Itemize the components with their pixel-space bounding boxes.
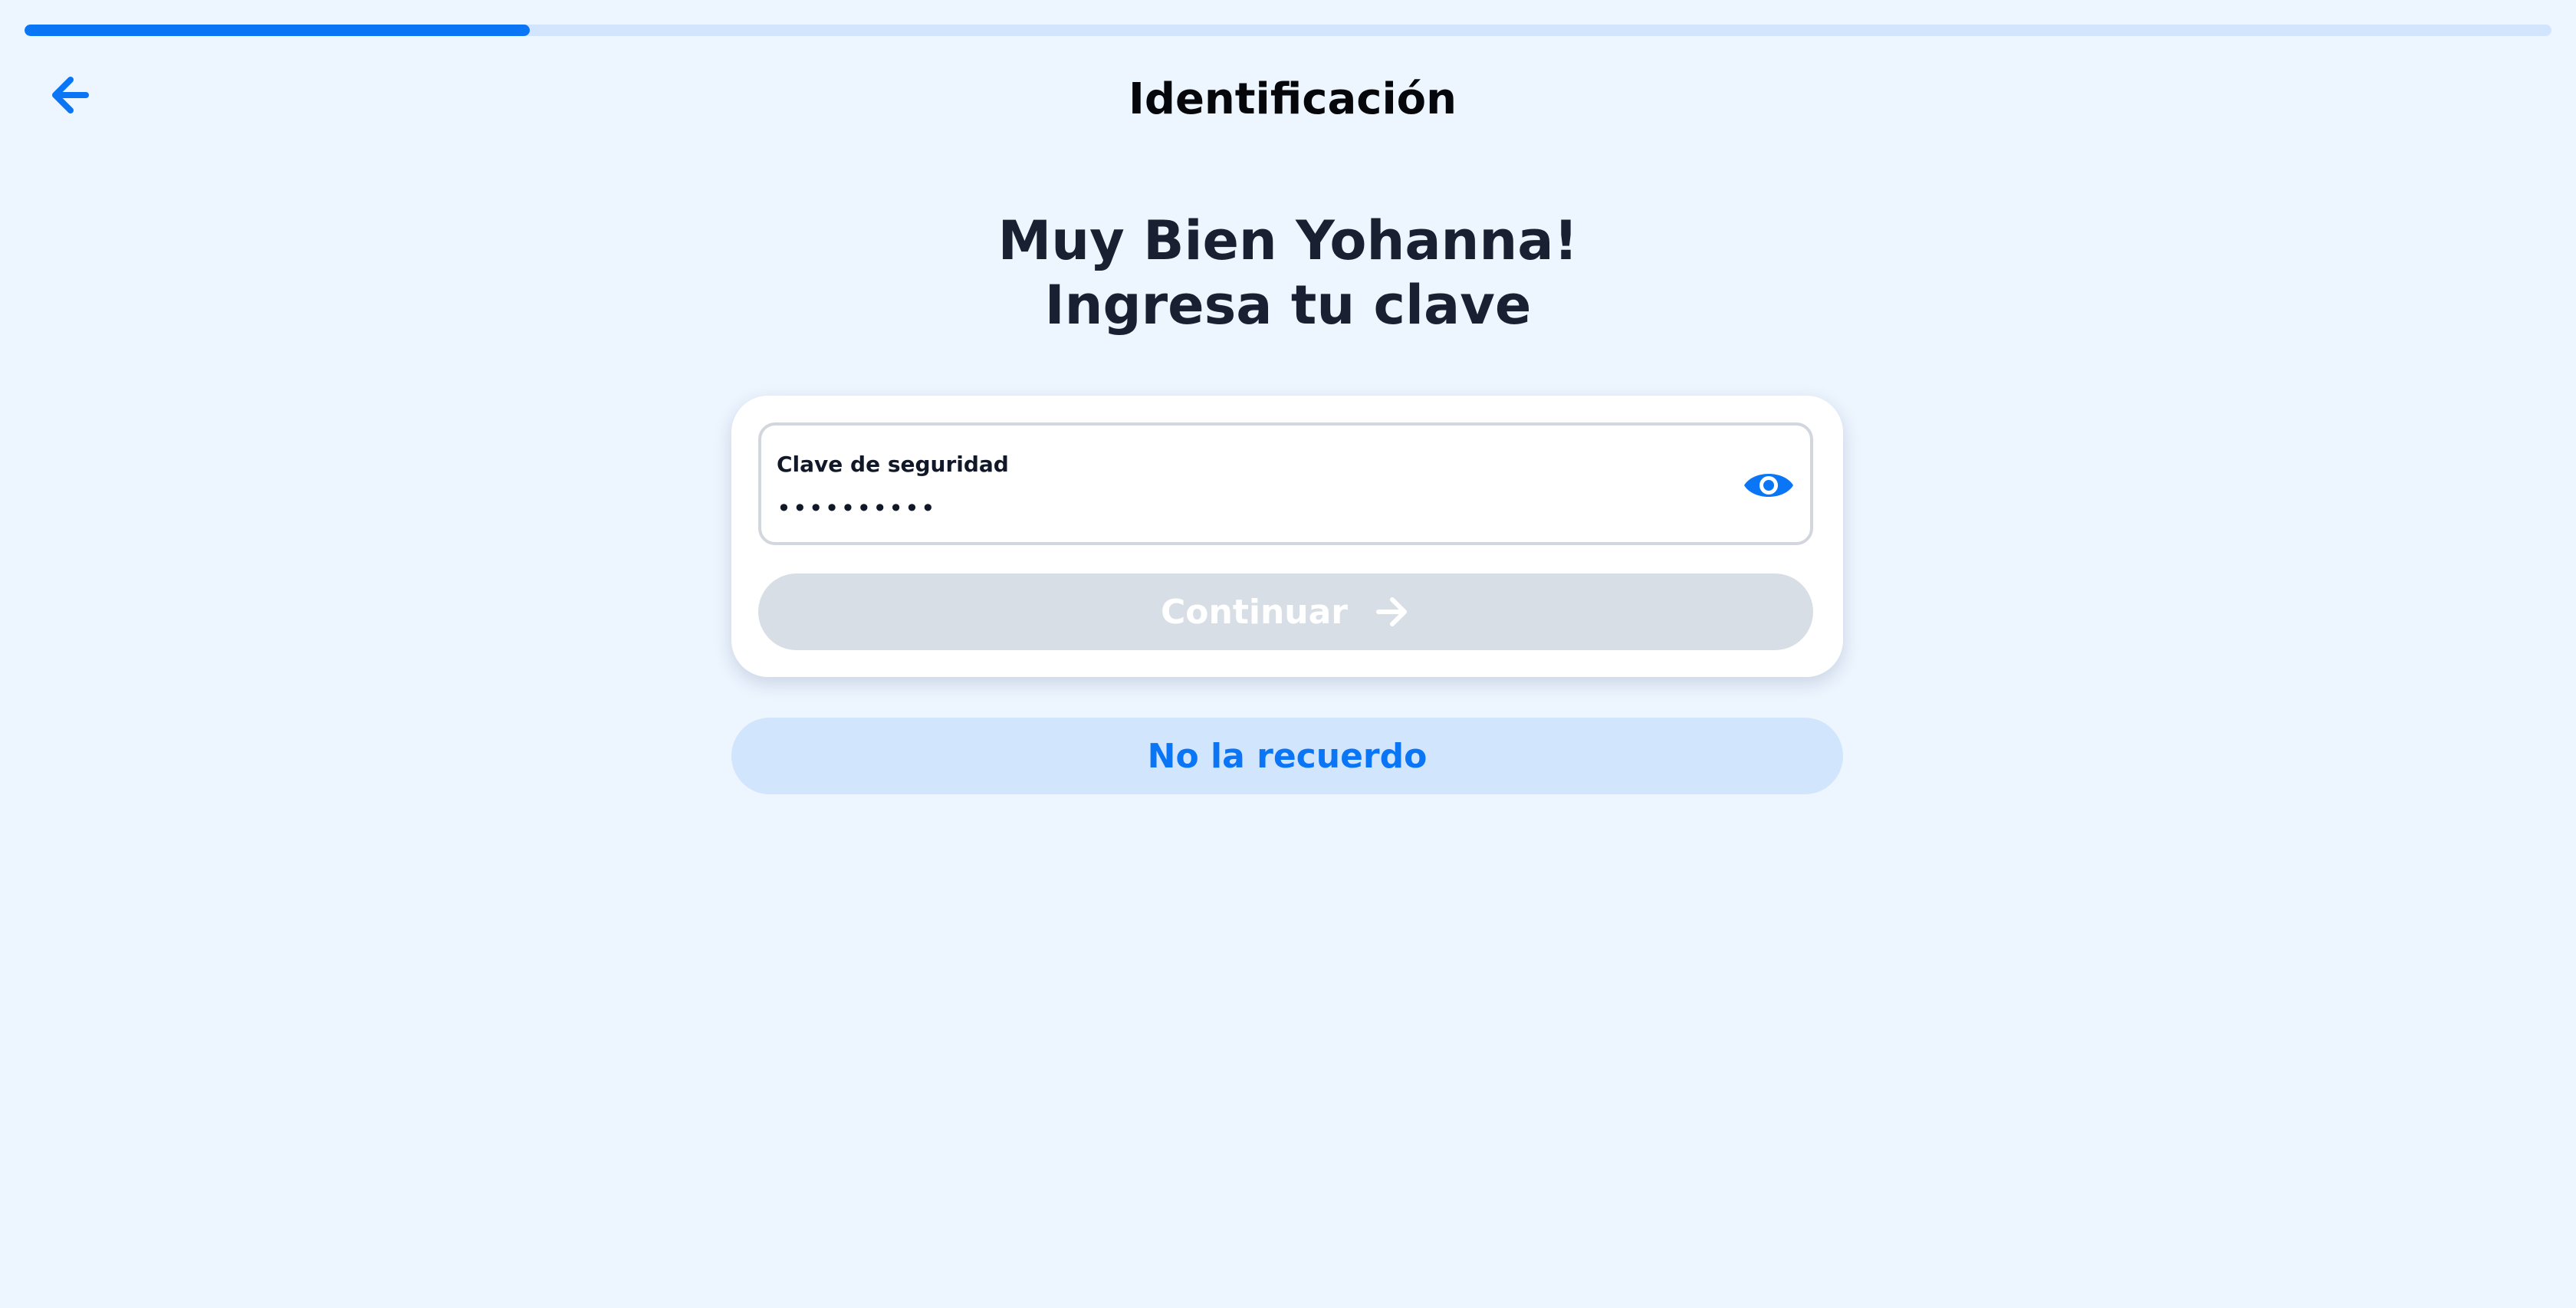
arrow-right-icon [1376,597,1407,626]
password-field-label: Clave de seguridad [777,452,1009,477]
progress-bar [25,25,2551,36]
toggle-password-visibility-button[interactable] [1740,461,1798,510]
progress-bar-fill [25,25,531,36]
greeting-line: Muy Bien Yohanna! [997,209,1579,272]
eye-icon [1744,474,1793,497]
continue-button[interactable]: Continuar [758,573,1813,650]
greeting-heading: Muy Bien Yohanna! Ingresa tu clave [0,209,2576,337]
instruction-line: Ingresa tu clave [1044,274,1532,337]
password-field[interactable]: Clave de seguridad [758,422,1813,545]
password-card: Clave de seguridad Continuar [731,396,1843,677]
continue-button-label: Continuar [1161,592,1348,632]
password-input[interactable] [774,487,1669,530]
forgot-password-button[interactable]: No la recuerdo [731,718,1843,794]
page-title: Identificación [1129,74,1457,124]
